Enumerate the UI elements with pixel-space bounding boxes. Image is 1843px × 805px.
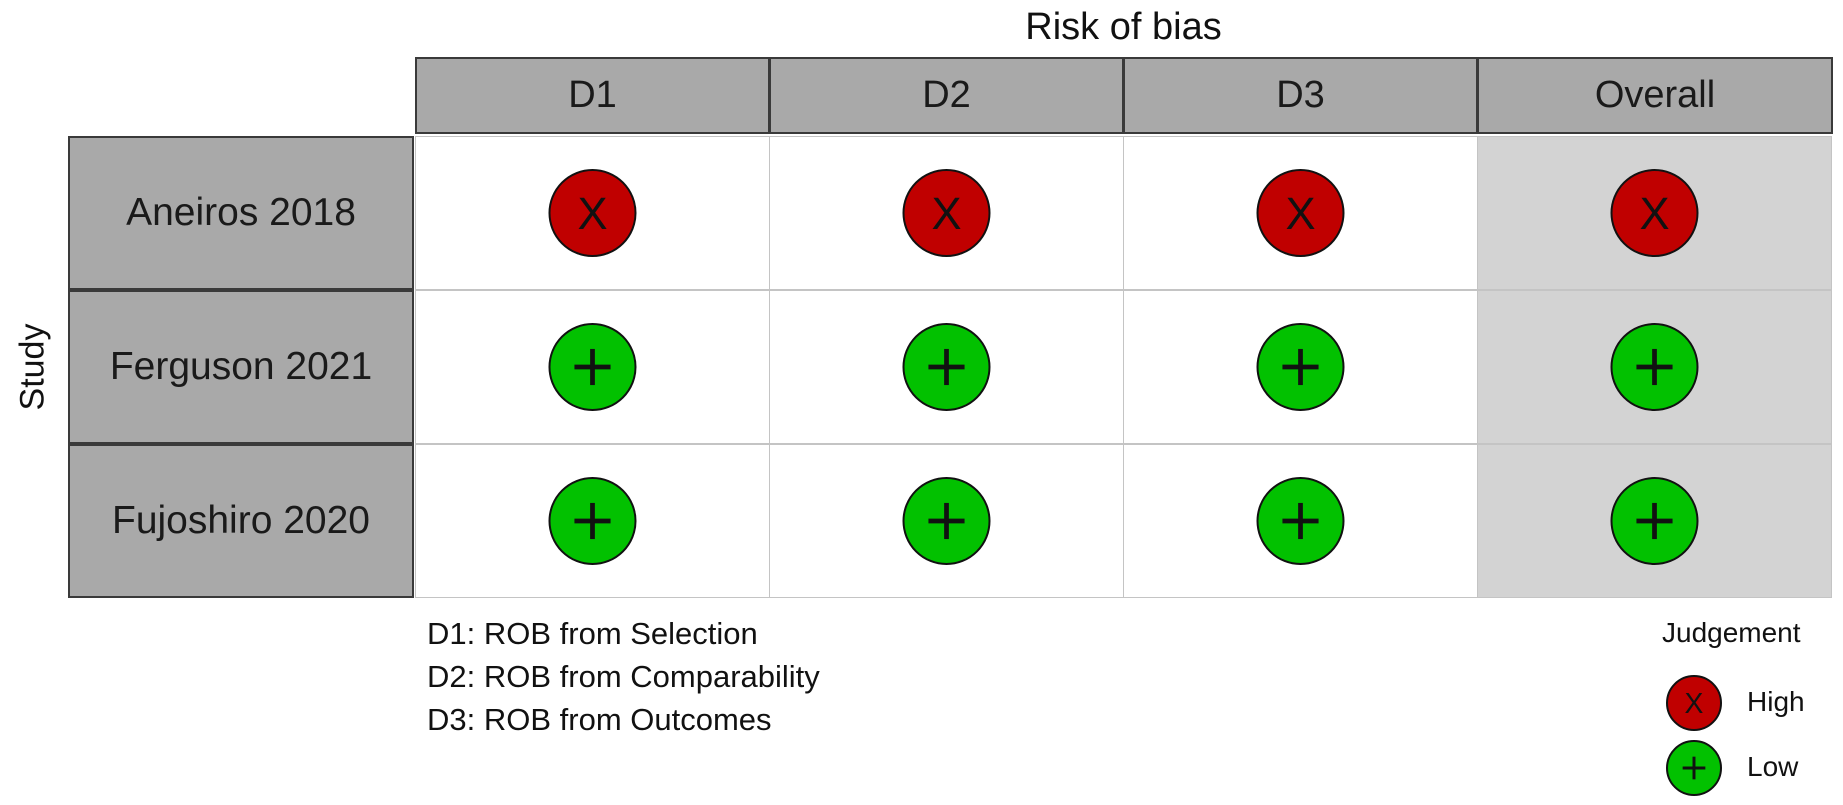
legend-symbol-high: X xyxy=(1666,675,1722,731)
judgement-legend-title: Judgement xyxy=(1662,617,1801,648)
column-header-d2: D2 xyxy=(769,57,1124,134)
grid-cell-overall xyxy=(1477,136,1832,290)
domain-legend-d1: D1: ROB from Selection xyxy=(427,616,758,651)
legend-high-circle xyxy=(1666,675,1722,731)
study-label-ferguson: Ferguson 2021 xyxy=(68,290,414,444)
domain-legend-d2: D2: ROB from Comparability xyxy=(427,659,820,694)
grid-cell-d2 xyxy=(769,136,1124,290)
legend-symbol-low xyxy=(1666,740,1722,796)
grid-cell-d1 xyxy=(415,444,770,598)
study-label-aneiros: Aneiros 2018 xyxy=(68,136,414,290)
grid-cell-d3 xyxy=(1123,136,1478,290)
grid-cell-overall xyxy=(1477,290,1832,444)
study-label-fujoshiro: Fujoshiro 2020 xyxy=(68,444,414,598)
legend-label-high: High xyxy=(1747,686,1805,717)
domain-legend-d3: D3: ROB from Outcomes xyxy=(427,702,772,737)
legend-high-x-glyph: X xyxy=(1685,688,1704,720)
grid-cell-d1 xyxy=(415,290,770,444)
legend-label-low: Low xyxy=(1747,751,1799,782)
grid-cell-overall xyxy=(1477,444,1832,598)
column-header-d3: D3 xyxy=(1123,57,1478,134)
grid-cell-d2 xyxy=(769,290,1124,444)
grid-cell-d2 xyxy=(769,444,1124,598)
risk-of-bias-traffic-light-plot: Risk of bias D1 D2 D3 Overall Study Anei… xyxy=(0,0,1843,805)
column-header-d1: D1 xyxy=(415,57,770,134)
legend-low-circle xyxy=(1666,740,1722,796)
domain-legend: D1: ROB from Selection D2: ROB from Comp… xyxy=(427,612,820,741)
grid-cell-d1 xyxy=(415,136,770,290)
chart-title: Risk of bias xyxy=(1025,6,1222,48)
grid-cell-d3 xyxy=(1123,444,1478,598)
grid-cell-d3 xyxy=(1123,290,1478,444)
y-axis-label: Study xyxy=(13,323,52,411)
column-header-overall: Overall xyxy=(1477,57,1833,134)
